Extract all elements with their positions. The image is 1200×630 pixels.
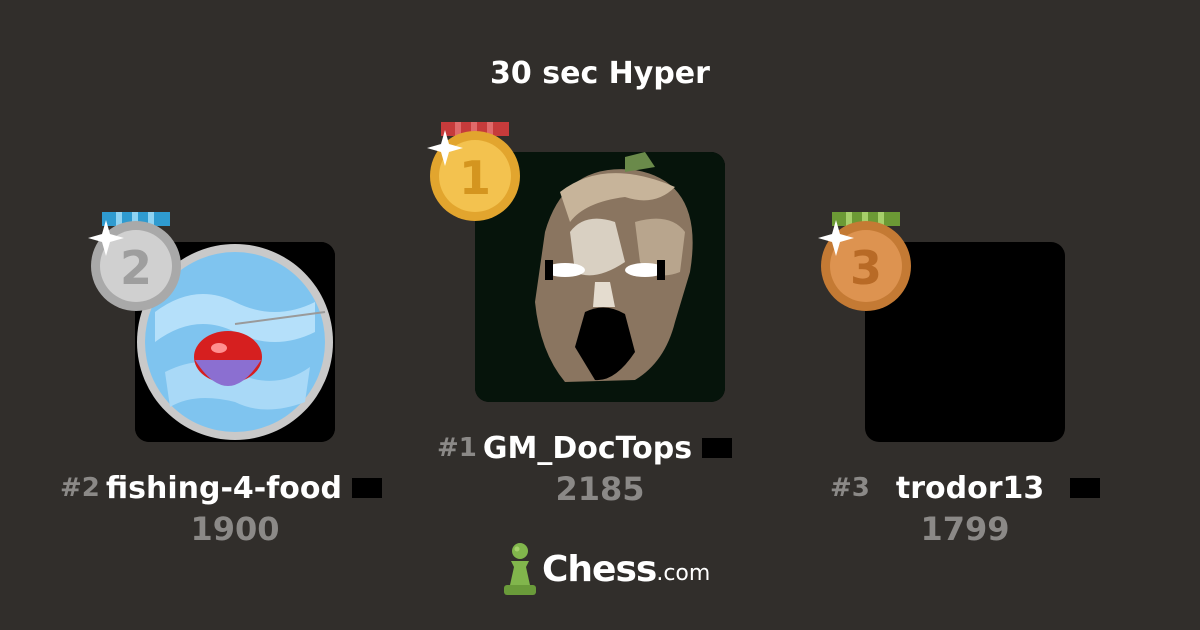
player-first[interactable]: #1 GM_DocTops bbox=[437, 428, 733, 468]
player-second[interactable]: #2 fishing-4-food bbox=[60, 468, 382, 508]
rank-third: #3 bbox=[830, 473, 870, 503]
username-second[interactable]: fishing-4-food bbox=[106, 471, 342, 506]
logo-name: Chess bbox=[542, 548, 657, 590]
rating-first: 2185 bbox=[555, 470, 645, 508]
gold-medal-icon: 1 bbox=[427, 122, 520, 221]
flag-icon bbox=[1070, 478, 1101, 498]
silver-medal-digit: 2 bbox=[120, 241, 152, 295]
rating-second: 1900 bbox=[190, 510, 280, 548]
username-third[interactable]: trodor13 bbox=[896, 471, 1044, 506]
bronze-medal-icon: 3 bbox=[818, 212, 911, 311]
logo-suffix: .com bbox=[656, 560, 711, 586]
rating-third: 1799 bbox=[920, 510, 1010, 548]
username-first[interactable]: GM_DocTops bbox=[483, 431, 692, 466]
rank-second: #2 bbox=[60, 473, 100, 503]
bronze-medal-digit: 3 bbox=[850, 241, 882, 295]
rank-first: #1 bbox=[437, 433, 477, 463]
player-third[interactable]: #3 trodor13 bbox=[830, 468, 1101, 508]
gold-medal-digit: 1 bbox=[459, 151, 491, 205]
chess-com-logo[interactable]: Chess .com bbox=[500, 540, 710, 598]
flag-icon bbox=[351, 478, 382, 498]
leaderboard-title: 30 sec Hyper bbox=[490, 56, 710, 91]
pawn-icon bbox=[504, 543, 536, 595]
flag-icon bbox=[702, 438, 733, 458]
silver-medal-icon: 2 bbox=[88, 212, 181, 311]
